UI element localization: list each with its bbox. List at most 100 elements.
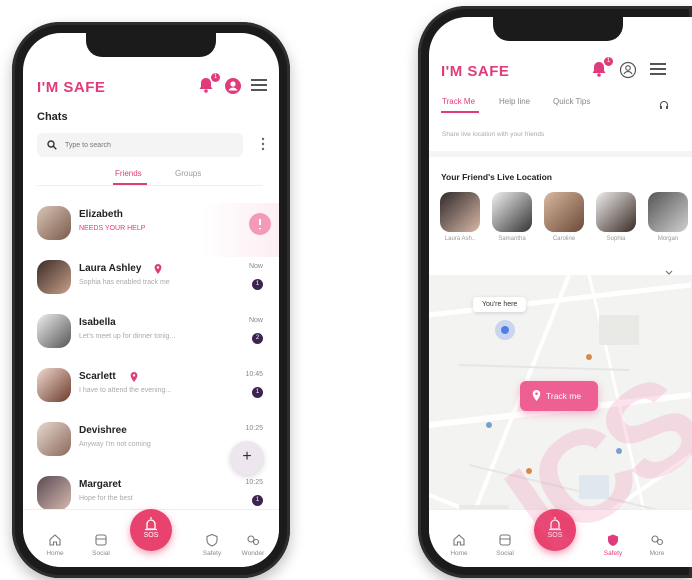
nav-social[interactable]: Social [79,533,123,557]
page-title: Chats [37,111,68,123]
social-icon [95,534,107,546]
nav-label: More [649,550,665,557]
chat-time: 10:45 [245,371,263,378]
nav-safety[interactable]: Safety [591,533,635,557]
nav-label: Social [92,550,110,557]
tab-track-me[interactable]: Track Me [442,97,475,106]
brand-logo: I'M SAFE [441,63,510,80]
phone-notch [493,17,623,41]
chat-message: Let's meet up for dinner tonig... [79,333,176,340]
nav-safety[interactable]: Safety [190,533,234,557]
siren-icon [549,517,561,531]
chat-time: Now [248,263,263,270]
unread-badge: 2 [252,333,263,344]
headphones-icon[interactable] [659,97,669,115]
friend-avatar [440,192,480,232]
friend-item[interactable]: Samantha [487,192,537,242]
profile-icon[interactable] [224,77,244,97]
profile-icon[interactable] [619,61,639,81]
stage: I'M SAFE 1 Chats Friends Groups [0,0,692,580]
social-icon [499,534,511,546]
phone-notch [86,33,216,57]
nav-home[interactable]: Home [437,533,481,557]
more-options-icon[interactable] [261,137,265,153]
friend-item[interactable]: Morgan [643,192,692,242]
tab-friends[interactable]: Friends [115,169,142,178]
menu-icon[interactable] [251,78,271,98]
friend-name: Samantha [498,236,526,242]
share-subtitle: Share live location with your friends [442,131,545,138]
tab-quick-tips[interactable]: Quick Tips [553,97,590,106]
nav-wonder[interactable]: Wonder [231,533,275,557]
new-chat-button[interactable]: + [230,441,264,475]
more-icon [651,535,664,546]
avatar [37,476,71,510]
nav-more[interactable]: More [635,533,679,557]
tab-groups[interactable]: Groups [175,169,201,178]
search-bar[interactable] [37,133,243,157]
chat-time: 10:25 [245,425,263,432]
friend-item[interactable]: Caroline [539,192,589,242]
chat-message: Sophia has enabled track me [79,279,170,286]
wonder-icon [247,535,260,546]
friend-name: Morgan [657,236,679,242]
nav-label: Safety [202,550,222,557]
alert-icon [249,213,271,235]
sos-label: SOS [143,532,159,539]
nav-label: Social [496,550,514,557]
list-item[interactable]: Scarlett I have to attend the evening...… [23,365,279,419]
track-me-label: Track me [546,391,582,401]
list-item[interactable]: Elizabeth NEEDS YOUR HELP [23,203,279,257]
map-screen: I'M SAFE 1 Track Me Help line Quick Tips… [429,17,692,567]
current-location-marker [495,320,515,340]
friend-item[interactable]: Laura Ash.. [435,192,485,242]
list-item[interactable]: Isabella Let's meet up for dinner tonig.… [23,311,279,365]
track-me-button[interactable]: Track me [520,381,598,411]
bell-icon[interactable]: 1 [197,73,220,96]
brand-logo: I'M SAFE [37,79,106,96]
avatar [37,260,71,294]
friend-avatar [544,192,584,232]
chat-message: Anyway I'm not coming [79,441,151,448]
nav-label: Home [46,550,64,557]
nav-social[interactable]: Social [483,533,527,557]
bottom-nav: Home Social SOS Safety Wonder [23,509,279,567]
list-item[interactable]: Laura Ashley Sophia has enabled track me… [23,257,279,311]
chat-phone: I'M SAFE 1 Chats Friends Groups [12,22,290,578]
section-title: Your Friend's Live Location [441,172,552,182]
search-input[interactable] [65,138,235,152]
sos-button[interactable]: SOS [534,509,576,551]
tab-help-line[interactable]: Help line [499,97,530,106]
section-divider [429,151,692,157]
chat-name: Laura Ashley [79,263,142,274]
avatar [37,422,71,456]
friend-name: Caroline [552,236,576,242]
nav-label: Wonder [241,550,265,557]
chat-message: I have to attend the evening... [79,387,172,394]
chat-name: Devishree [79,425,127,436]
sos-label: SOS [547,532,563,539]
chat-name: Scarlett [79,371,116,382]
menu-icon[interactable] [650,62,670,82]
unread-badge: 1 [252,495,263,506]
friend-item[interactable]: Sophia [591,192,641,242]
bell-icon[interactable]: 1 [590,57,613,80]
avatar [37,314,71,348]
you-are-here-tooltip: You're here [473,297,527,312]
friend-avatar [596,192,636,232]
nav-home[interactable]: Home [33,533,77,557]
friend-avatar [492,192,532,232]
nav-label: Home [450,550,468,557]
chat-message: NEEDS YOUR HELP [79,225,146,232]
friend-avatar [648,192,688,232]
location-pin-icon [532,390,541,401]
siren-icon [145,517,157,531]
home-icon [453,534,465,546]
unread-badge: 1 [252,279,263,290]
chat-message: Hope for the best [79,495,133,502]
search-icon [47,140,57,150]
sos-button[interactable]: SOS [130,509,172,551]
tab-track-me-underline [441,111,479,113]
location-pin-icon [154,264,162,274]
bell-badge: 1 [211,73,220,82]
